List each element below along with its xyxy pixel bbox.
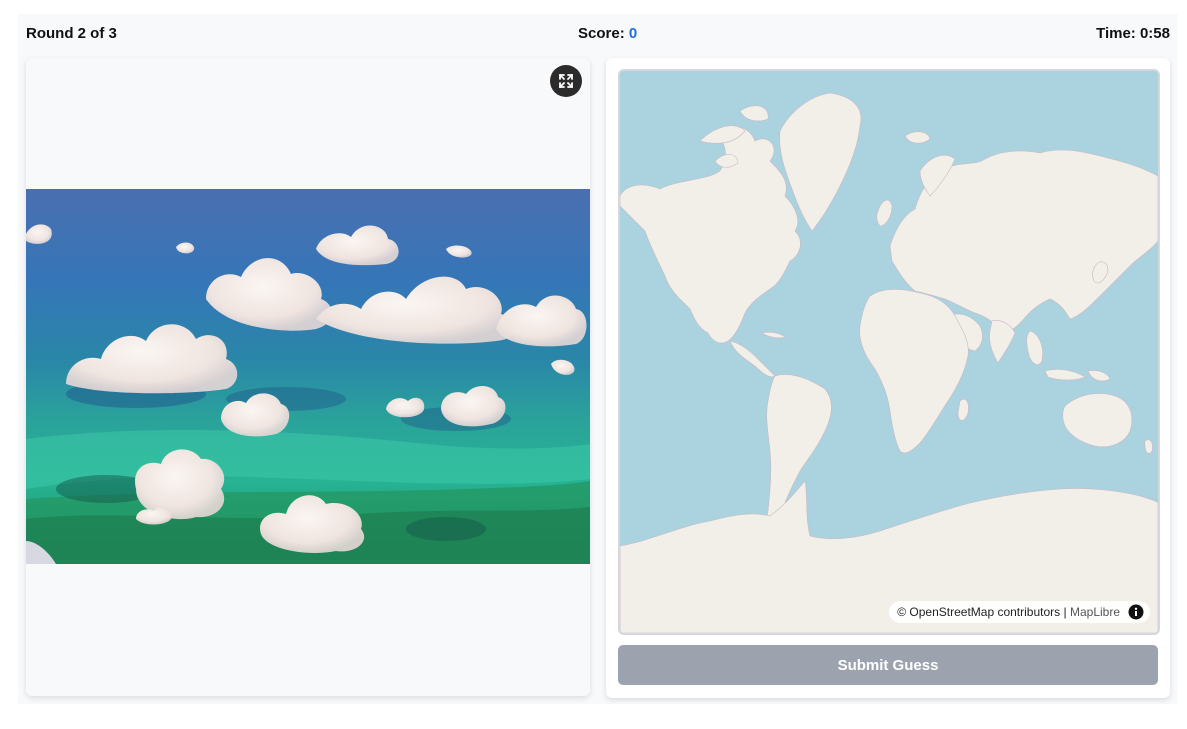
expand-photo-button[interactable] xyxy=(550,65,582,97)
world-map[interactable]: © OpenStreetMap contributors | MapLibre xyxy=(618,69,1160,635)
map-panel: © OpenStreetMap contributors | MapLibre … xyxy=(606,58,1170,698)
info-icon[interactable] xyxy=(1128,604,1144,620)
expand-icon xyxy=(559,74,573,88)
submit-guess-button[interactable]: Submit Guess xyxy=(618,645,1158,685)
world-map-canvas[interactable] xyxy=(620,71,1158,633)
maplibre-link[interactable]: MapLibre xyxy=(1070,605,1120,619)
map-attribution: © OpenStreetMap contributors | MapLibre xyxy=(889,601,1150,623)
location-photo xyxy=(26,189,590,564)
photo-panel xyxy=(26,58,590,696)
game-header: Round 2 of 3 Score: 0 Time: 0:58 xyxy=(18,14,1178,54)
score-display: Score: 0 xyxy=(578,25,637,42)
round-indicator: Round 2 of 3 xyxy=(26,25,117,42)
time-value: 0:58 xyxy=(1139,25,1170,42)
attribution-separator: | xyxy=(1063,605,1067,619)
timer-display: Time: 0:58 xyxy=(1096,25,1170,42)
time-label: Time: xyxy=(1096,25,1136,42)
game-container: Round 2 of 3 Score: 0 Time: 0:58 © OpenS… xyxy=(18,14,1178,704)
osm-attribution-link[interactable]: © OpenStreetMap contributors xyxy=(897,605,1060,619)
score-label: Score: xyxy=(578,25,625,42)
score-value: 0 xyxy=(628,25,638,42)
